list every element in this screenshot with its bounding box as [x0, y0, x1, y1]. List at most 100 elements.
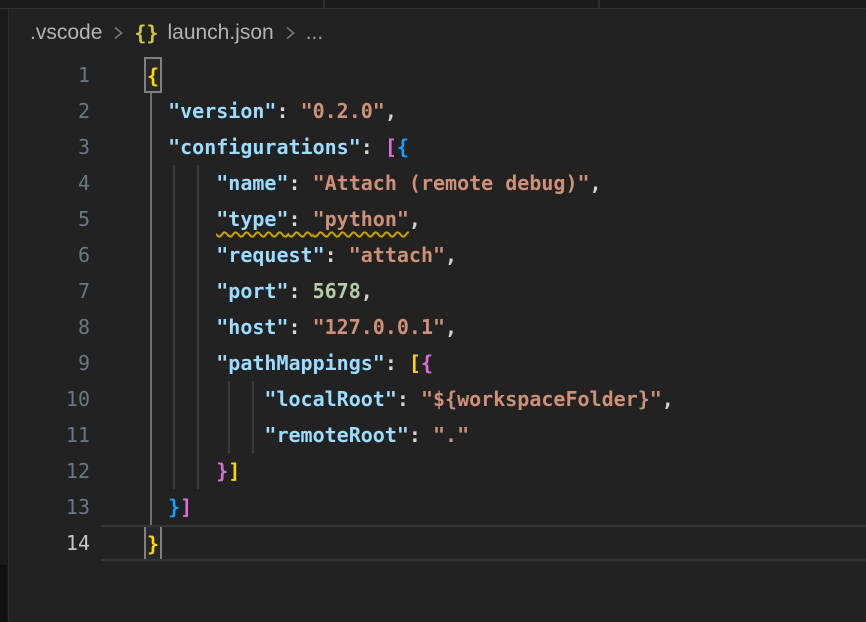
- vscode-editor-window: .vscode {} launch.json ... 1{2 "version"…: [0, 0, 866, 622]
- code-token: "remoteRoot": [264, 423, 409, 447]
- code-line[interactable]: 6 "request": "attach",: [9, 237, 866, 273]
- code-line[interactable]: 3 "configurations": [{: [9, 129, 866, 165]
- code-token: "Attach (remote debug)": [313, 171, 590, 195]
- line-content[interactable]: "port": 5678,: [101, 273, 866, 309]
- chevron-right-icon: [111, 24, 125, 42]
- code-token: [: [385, 135, 397, 159]
- line-number[interactable]: 6: [9, 237, 101, 273]
- code-line[interactable]: 1{: [9, 57, 866, 93]
- code-token: "pathMappings": [216, 351, 385, 375]
- line-content[interactable]: "pathMappings": [{: [101, 345, 866, 381]
- matched-bracket: {: [144, 57, 162, 93]
- line-content[interactable]: "host": "127.0.0.1",: [101, 309, 866, 345]
- code-token: }: [168, 495, 180, 519]
- code-token: [144, 495, 168, 519]
- breadcrumb-folder[interactable]: .vscode: [30, 21, 102, 45]
- code-token: "attach": [349, 243, 445, 267]
- code-token: "version": [168, 99, 276, 123]
- code-line[interactable]: 5 "type": "python",: [9, 201, 866, 237]
- breadcrumb-symbol-more[interactable]: ...: [306, 21, 324, 45]
- line-content[interactable]: {: [101, 57, 866, 93]
- line-content[interactable]: "configurations": [{: [101, 129, 866, 165]
- code-token: ,: [445, 315, 457, 339]
- code-token: [144, 459, 216, 483]
- code-token: "0.2.0": [301, 99, 385, 123]
- line-number[interactable]: 14: [9, 525, 101, 561]
- line-number[interactable]: 12: [9, 453, 101, 489]
- line-content[interactable]: }: [101, 525, 866, 561]
- code-line[interactable]: 2 "version": "0.2.0",: [9, 93, 866, 129]
- line-number[interactable]: 7: [9, 273, 101, 309]
- line-number[interactable]: 9: [9, 345, 101, 381]
- code-token: "type": [216, 207, 288, 231]
- code-token: :: [409, 423, 433, 447]
- line-number[interactable]: 10: [9, 381, 101, 417]
- line-content[interactable]: "localRoot": "${workspaceFolder}",: [101, 381, 866, 417]
- code-line[interactable]: 9 "pathMappings": [{: [9, 345, 866, 381]
- code-line[interactable]: 4 "name": "Attach (remote debug)",: [9, 165, 866, 201]
- code-token: :: [385, 351, 409, 375]
- code-token: "127.0.0.1": [313, 315, 445, 339]
- code-token: [144, 423, 264, 447]
- breadcrumb-file[interactable]: launch.json: [167, 21, 273, 45]
- code-line[interactable]: 10 "localRoot": "${workspaceFolder}",: [9, 381, 866, 417]
- line-number[interactable]: 2: [9, 93, 101, 129]
- code-line[interactable]: 12 }]: [9, 453, 866, 489]
- line-content[interactable]: }]: [101, 489, 866, 525]
- code-token: "host": [216, 315, 288, 339]
- code-token: {: [397, 135, 409, 159]
- line-content[interactable]: "name": "Attach (remote debug)",: [101, 165, 866, 201]
- code-token: :: [325, 243, 349, 267]
- code-token: :: [289, 171, 313, 195]
- code-token: [: [409, 351, 421, 375]
- line-content[interactable]: "remoteRoot": ".": [101, 417, 866, 453]
- code-token: "python": [313, 207, 409, 231]
- code-token: ".": [433, 423, 469, 447]
- code-lines: 1{2 "version": "0.2.0",3 "configurations…: [9, 57, 866, 561]
- panel-edge-rail: [0, 9, 9, 622]
- line-number[interactable]: 5: [9, 201, 101, 237]
- panel-edge-rail-bottom: [0, 565, 7, 622]
- code-line[interactable]: 13 }]: [9, 489, 866, 525]
- code-token: "configurations": [168, 135, 361, 159]
- code-token: {: [421, 351, 433, 375]
- code-token: ,: [361, 279, 373, 303]
- matched-bracket: }: [144, 525, 162, 561]
- code-line[interactable]: 8 "host": "127.0.0.1",: [9, 309, 866, 345]
- code-token: "${workspaceFolder}": [421, 387, 662, 411]
- code-token: [144, 315, 216, 339]
- line-content[interactable]: "version": "0.2.0",: [101, 93, 866, 129]
- code-line[interactable]: 14}: [9, 525, 866, 561]
- code-line[interactable]: 7 "port": 5678,: [9, 273, 866, 309]
- code-token: :: [289, 279, 313, 303]
- line-number[interactable]: 8: [9, 309, 101, 345]
- tab-separator: [323, 0, 325, 8]
- code-token: [144, 99, 168, 123]
- line-number[interactable]: 13: [9, 489, 101, 525]
- line-number[interactable]: 4: [9, 165, 101, 201]
- code-token: "name": [216, 171, 288, 195]
- line-number[interactable]: 11: [9, 417, 101, 453]
- code-token: :: [289, 207, 313, 231]
- warning-squiggle: "type": "python": [216, 207, 409, 231]
- code-token: :: [361, 135, 385, 159]
- line-content[interactable]: }]: [101, 453, 866, 489]
- code-token: [144, 351, 216, 375]
- code-token: ,: [662, 387, 674, 411]
- line-content[interactable]: "request": "attach",: [101, 237, 866, 273]
- tab-separator: [598, 0, 600, 8]
- code-token: "port": [216, 279, 288, 303]
- code-token: [144, 171, 216, 195]
- code-token: ,: [409, 207, 421, 231]
- code-token: [144, 135, 168, 159]
- code-editor[interactable]: 1{2 "version": "0.2.0",3 "configurations…: [9, 57, 866, 622]
- line-number[interactable]: 3: [9, 129, 101, 165]
- code-token: "request": [216, 243, 324, 267]
- code-token: [144, 279, 216, 303]
- line-content[interactable]: "type": "python",: [101, 201, 866, 237]
- code-token: ,: [590, 171, 602, 195]
- code-line[interactable]: 11 "remoteRoot": ".": [9, 417, 866, 453]
- line-number[interactable]: 1: [9, 57, 101, 93]
- code-token: ]: [228, 459, 240, 483]
- chevron-right-icon: [283, 24, 297, 42]
